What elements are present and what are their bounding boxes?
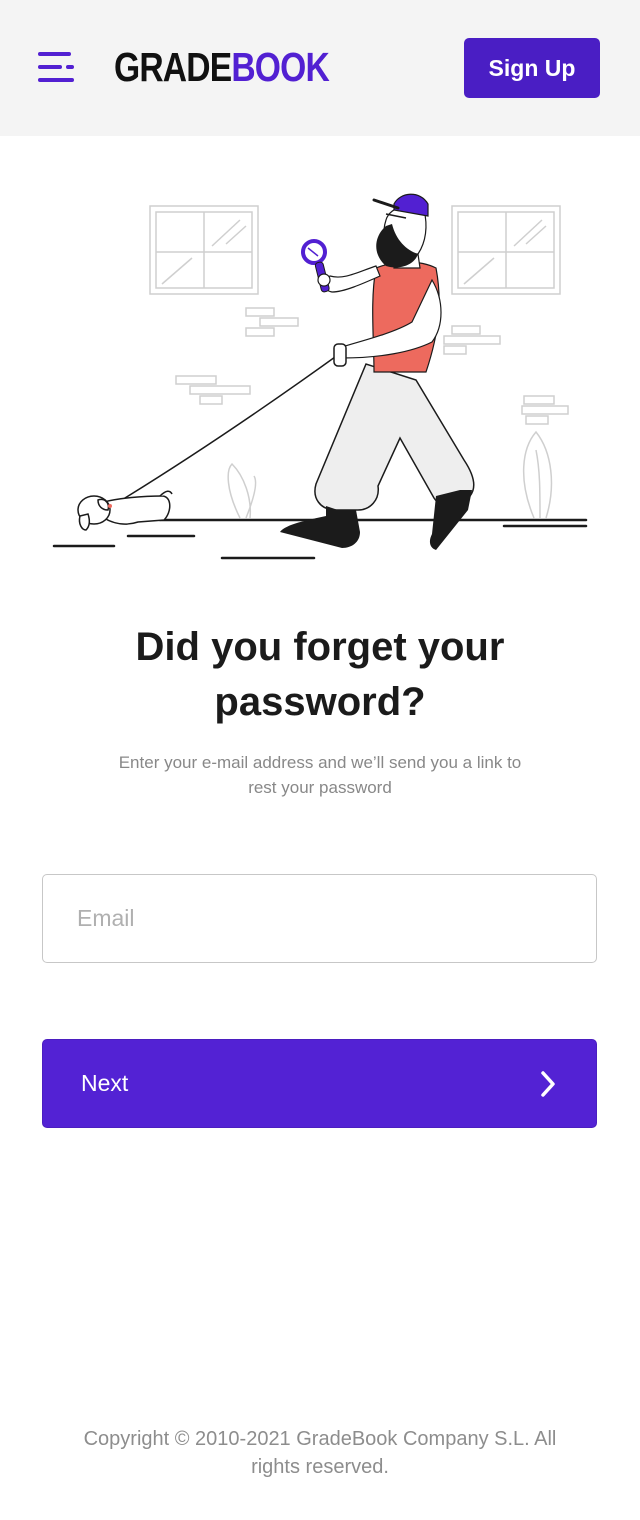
email-field[interactable]	[42, 874, 597, 963]
chevron-right-icon	[538, 1070, 558, 1098]
logo-book: BOOK	[231, 44, 329, 90]
sign-up-button[interactable]: Sign Up	[464, 38, 600, 98]
walking-dog-illustration	[40, 180, 600, 570]
copyright-text: Copyright © 2010-2021 GradeBook Company …	[83, 1428, 557, 1478]
page-title: Did you forget your password?	[135, 625, 505, 724]
header: GRADEBOOK Sign Up	[0, 0, 640, 136]
page-subtitle: Enter your e-mail address and we’ll send…	[118, 753, 522, 797]
gradebook-logo[interactable]: GRADEBOOK	[114, 44, 330, 90]
next-button-label: Next	[81, 1070, 129, 1096]
forgot-password-page: GRADEBOOK Sign Up Did you forget your pa…	[0, 0, 640, 1520]
next-button[interactable]: Next	[42, 1039, 597, 1128]
logo-grade: GRADE	[114, 44, 232, 90]
hamburger-menu-icon[interactable]	[36, 48, 78, 86]
